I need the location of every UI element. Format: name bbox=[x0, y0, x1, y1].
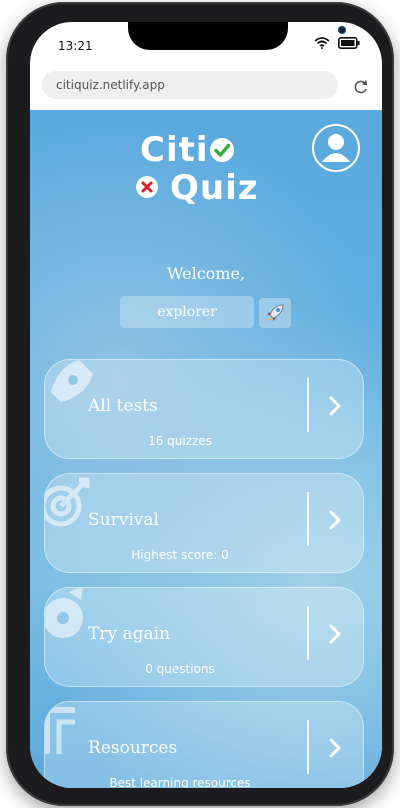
user-icon bbox=[322, 134, 350, 162]
resources-card[interactable]: Resources Best learning resources bbox=[44, 701, 364, 788]
notch bbox=[128, 22, 346, 50]
phone-frame: 13:21 citiquiz.netlify.app Citi Quiz Wel… bbox=[6, 2, 394, 806]
battery-icon bbox=[338, 37, 360, 49]
check-icon bbox=[210, 138, 234, 162]
try-again-card[interactable]: Try again 0 questions bbox=[44, 587, 364, 687]
url-text: citiquiz.netlify.app bbox=[56, 78, 165, 92]
status-icons bbox=[314, 37, 360, 49]
card-title: Resources bbox=[88, 738, 178, 758]
card-title: Try again bbox=[88, 624, 171, 644]
camera-icon bbox=[338, 26, 346, 34]
card-title: All tests bbox=[88, 396, 158, 416]
wifi-icon bbox=[314, 37, 330, 49]
profile-button[interactable] bbox=[312, 124, 360, 172]
survival-card[interactable]: Survival Highest score: 0 bbox=[44, 473, 364, 573]
reload-icon[interactable] bbox=[352, 78, 370, 96]
chevron-right-icon bbox=[329, 624, 341, 644]
card-subtitle: 0 questions bbox=[145, 662, 215, 676]
card-subtitle: Highest score: 0 bbox=[131, 548, 229, 562]
welcome-text: Welcome, bbox=[166, 264, 246, 283]
app-content: Citi Quiz Welcome, explorer All tests 16… bbox=[30, 110, 382, 788]
chevron-right-icon bbox=[329, 738, 341, 758]
chevron-right-icon bbox=[329, 510, 341, 530]
card-divider bbox=[307, 378, 309, 432]
username-input[interactable] bbox=[120, 296, 254, 328]
card-subtitle: 16 quizzes bbox=[148, 434, 212, 448]
chevron-right-icon bbox=[329, 396, 341, 416]
cross-icon bbox=[136, 176, 158, 198]
card-divider bbox=[307, 492, 309, 546]
all-tests-card[interactable]: All tests 16 quizzes bbox=[44, 359, 364, 459]
logo-text-line2: Quiz bbox=[170, 168, 259, 208]
status-time: 13:21 bbox=[58, 39, 93, 53]
card-title: Survival bbox=[88, 510, 159, 530]
card-subtitle: Best learning resources bbox=[109, 776, 251, 788]
rocket-button[interactable] bbox=[259, 298, 291, 328]
card-divider bbox=[307, 606, 309, 660]
card-divider bbox=[307, 720, 309, 774]
rocket-icon bbox=[267, 304, 284, 321]
phone-screen: 13:21 citiquiz.netlify.app Citi Quiz Wel… bbox=[30, 22, 382, 788]
logo-text-line1: Citi bbox=[140, 130, 209, 170]
address-bar[interactable]: citiquiz.netlify.app bbox=[42, 71, 338, 99]
app-logo: Citi Quiz bbox=[130, 128, 280, 214]
